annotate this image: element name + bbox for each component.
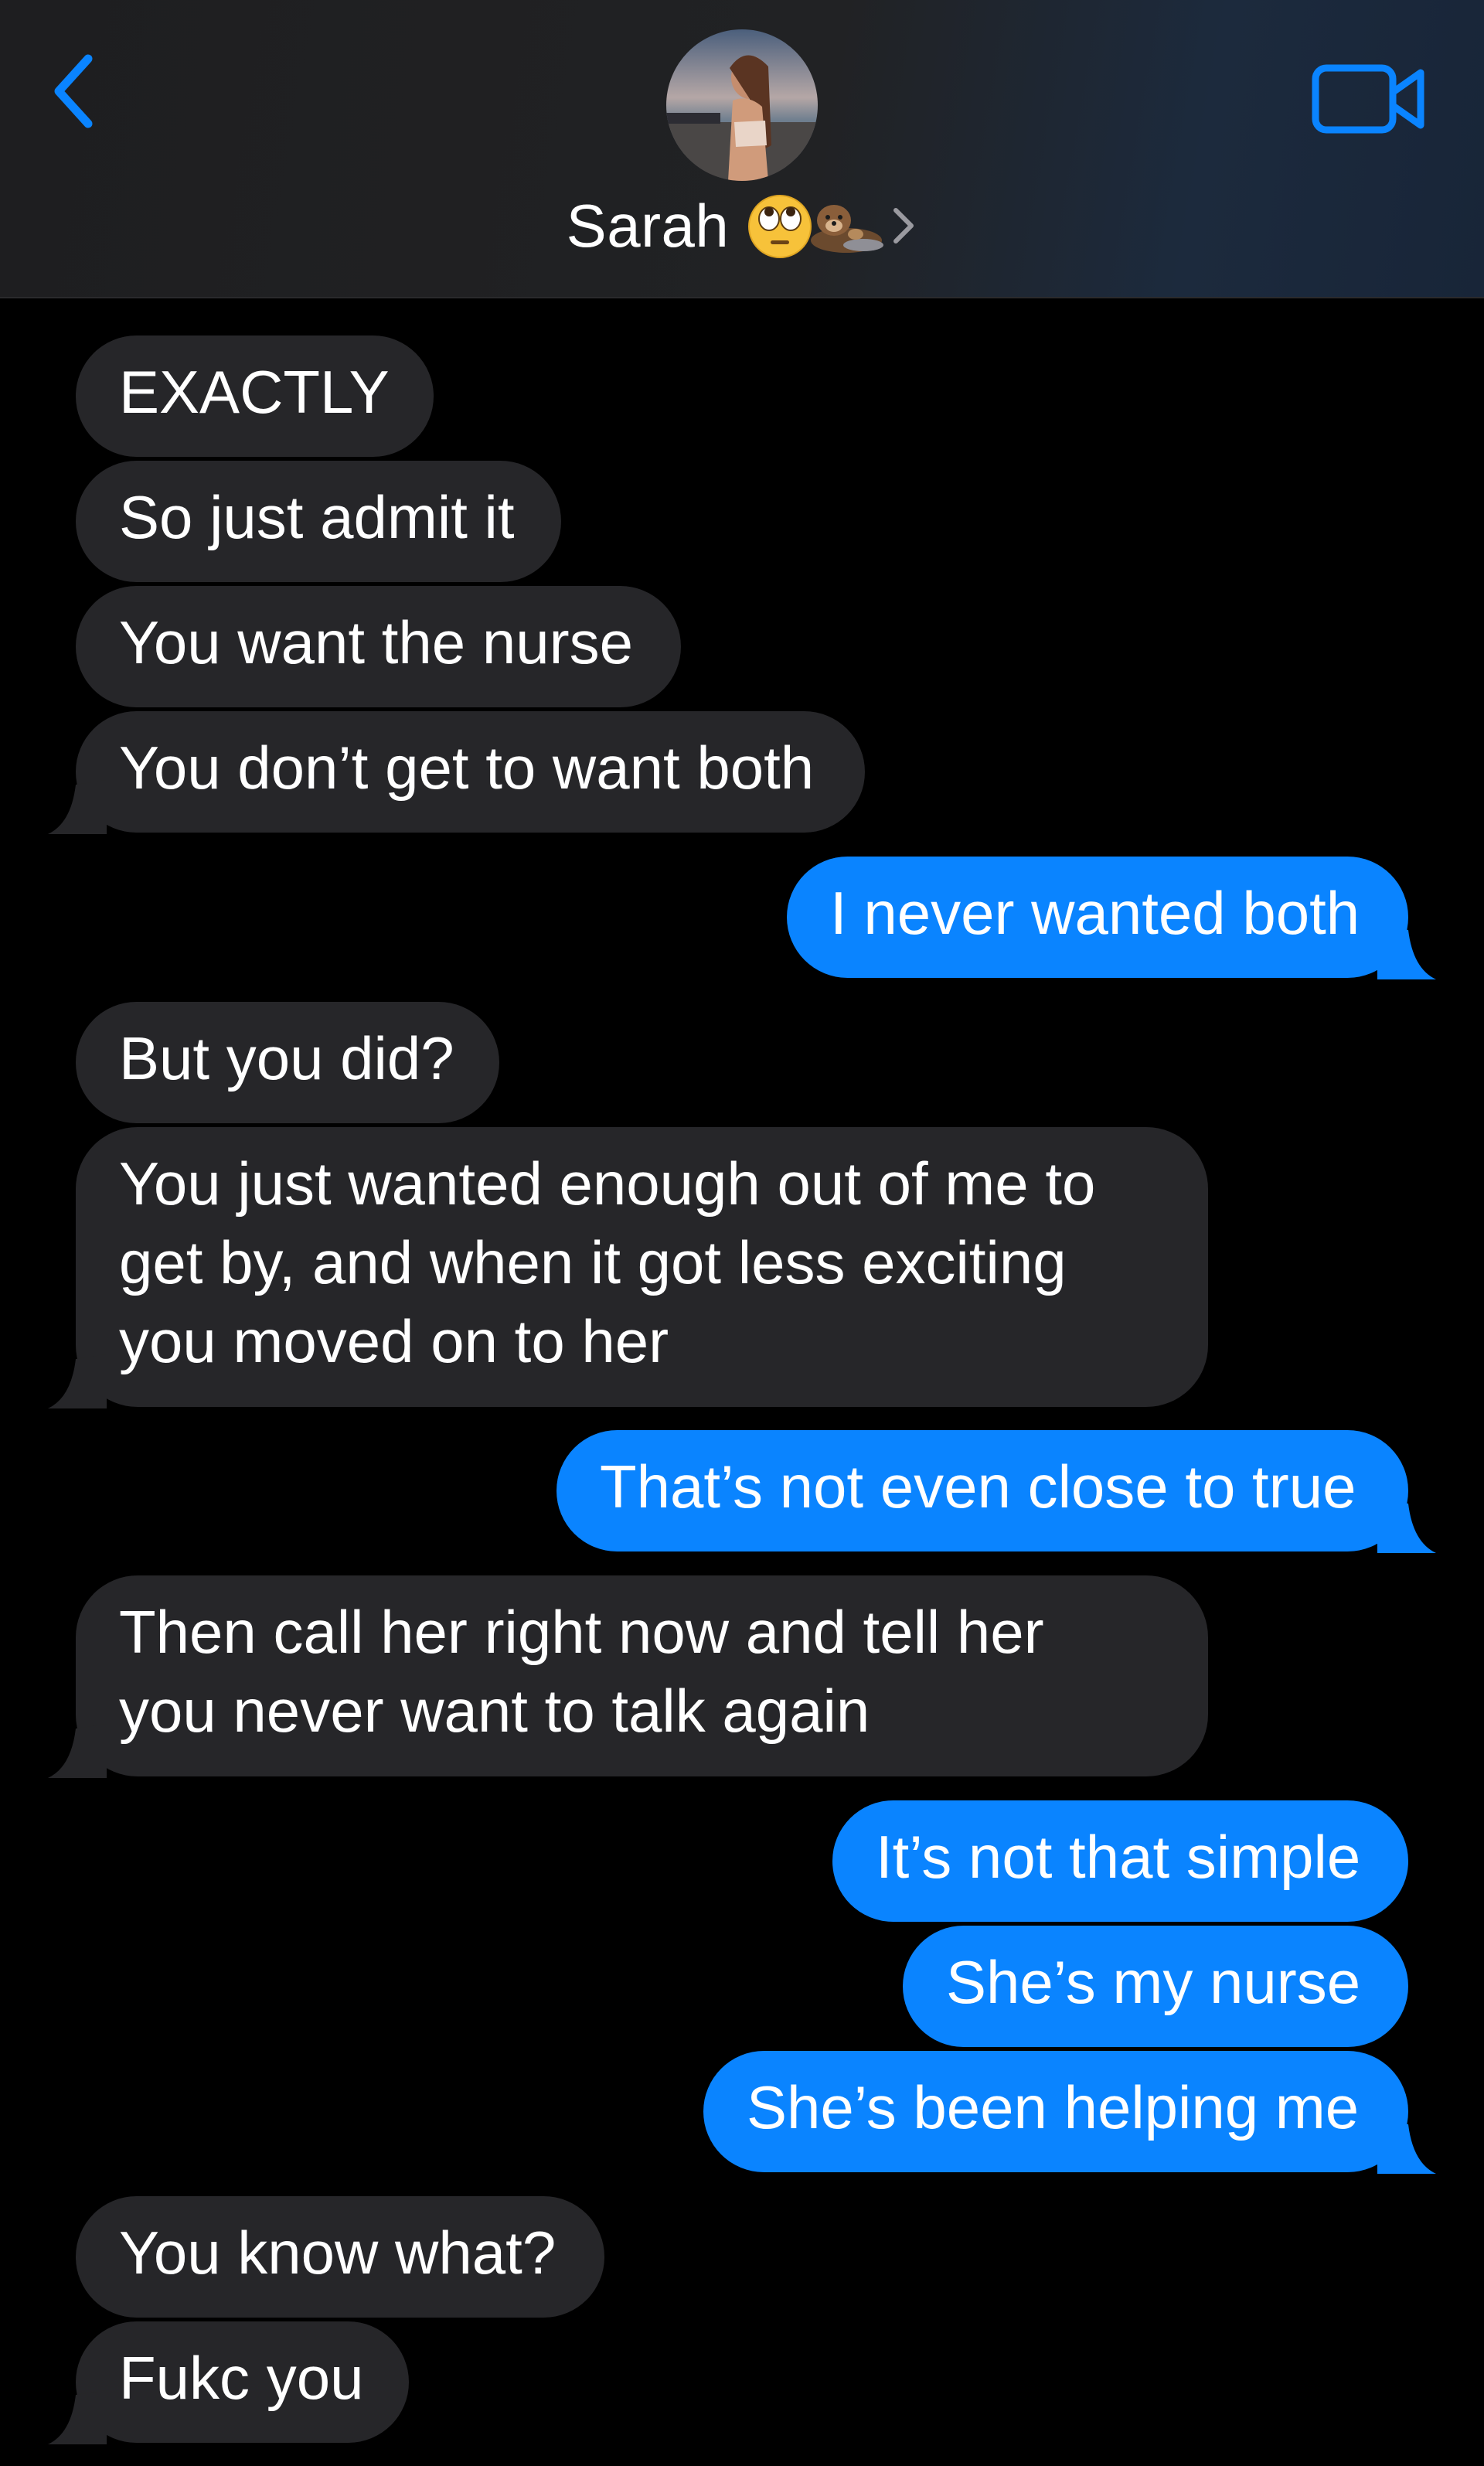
- message-text: She’s my nurse: [946, 1948, 1361, 2016]
- incoming-message[interactable]: Fukc you: [48, 2321, 409, 2444]
- message-line: you moved on to her: [119, 1307, 669, 1375]
- incoming-message[interactable]: You just wanted enough out of me to get …: [48, 1127, 1208, 1408]
- bubble-tail: [48, 1354, 107, 1408]
- message-text: It’s not that simple: [876, 1823, 1361, 1891]
- video-call-button[interactable]: [1311, 60, 1427, 138]
- back-chevron-icon: [54, 54, 93, 128]
- contact-avatar[interactable]: [666, 29, 818, 181]
- contact-title[interactable]: Sarah: [0, 189, 1484, 263]
- incoming-message[interactable]: EXACTLY: [76, 335, 434, 457]
- outgoing-message[interactable]: She’s been helping me: [703, 2051, 1436, 2174]
- message-text: You don’t get to want both: [119, 734, 815, 802]
- message-text: But you did?: [119, 1024, 454, 1092]
- incoming-message[interactable]: Then call her right now and tell her you…: [48, 1575, 1208, 1778]
- message-line: get by, and when it got less exciting: [119, 1228, 1067, 1296]
- incoming-message[interactable]: But you did?: [76, 1002, 499, 1123]
- video-camera-icon: [1312, 64, 1424, 134]
- otter-emoji: [811, 205, 884, 253]
- message-text: That’s not even close to true: [600, 1453, 1356, 1521]
- bubble-tail: [48, 2390, 107, 2444]
- bubble-tail: [1377, 1499, 1436, 1553]
- contact-name: Sarah: [566, 192, 730, 260]
- outgoing-message[interactable]: That’s not even close to true: [556, 1430, 1436, 1553]
- outgoing-message[interactable]: It’s not that simple: [832, 1800, 1408, 1922]
- back-button[interactable]: [43, 48, 113, 133]
- message-line: You just wanted enough out of me to: [119, 1150, 1096, 1218]
- message-text: She’s been helping me: [747, 2073, 1360, 2141]
- bubble-tail: [1377, 2120, 1436, 2174]
- bubble-tail: [48, 780, 107, 834]
- outgoing-message[interactable]: She’s my nurse: [903, 1926, 1408, 2047]
- message-text: Fukc you: [119, 2344, 364, 2412]
- outgoing-message[interactable]: I never wanted both: [787, 857, 1436, 979]
- message-text: EXACTLY: [119, 358, 390, 426]
- incoming-message[interactable]: You don’t get to want both: [48, 711, 865, 834]
- bubble-tail: [1377, 925, 1436, 979]
- message-line: you never want to talk again: [119, 1677, 870, 1745]
- message-text: So just admit it: [119, 483, 515, 551]
- incoming-message[interactable]: You want the nurse: [76, 586, 681, 707]
- chevron-right-icon: [893, 208, 914, 244]
- message-thread[interactable]: EXACTLY So just admit it You want the nu…: [0, 297, 1484, 2466]
- message-text: You want the nurse: [119, 608, 633, 676]
- status-emoji: [747, 191, 887, 261]
- eye-roll-emoji: [748, 195, 812, 258]
- conversation-header: Sarah: [0, 0, 1484, 298]
- message-text: I never wanted both: [830, 879, 1360, 947]
- message-line: Then call her right now and tell her: [119, 1598, 1044, 1666]
- message-text: You know what?: [119, 2219, 556, 2287]
- bubble-tail: [48, 1724, 107, 1778]
- incoming-message[interactable]: You know what?: [76, 2196, 604, 2318]
- incoming-message[interactable]: So just admit it: [76, 461, 561, 582]
